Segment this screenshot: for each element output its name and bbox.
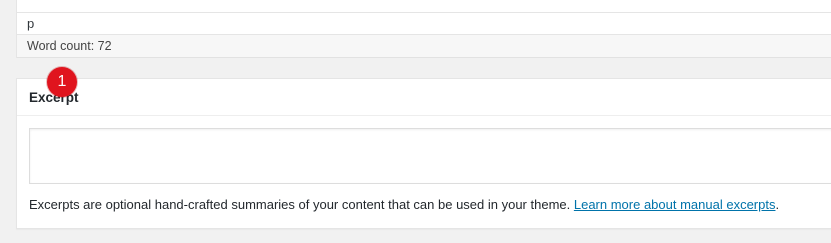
editor-content-bottom: [17, 0, 831, 13]
excerpt-help-suffix: .: [775, 197, 780, 212]
excerpt-postbox-header[interactable]: Excerpt: [17, 79, 831, 116]
excerpt-postbox: Excerpt Excerpts are optional hand-craft…: [16, 78, 831, 229]
editor-status-bar: Word count: 72: [17, 35, 831, 58]
editor-path-bar[interactable]: p: [17, 13, 831, 35]
excerpt-help-text: Excerpts are optional hand-crafted summa…: [29, 197, 779, 212]
step-marker-badge: 1: [47, 67, 77, 97]
excerpt-textarea[interactable]: [29, 128, 831, 184]
path-element[interactable]: p: [27, 16, 34, 31]
editor-container: p Word count: 72: [16, 0, 831, 58]
excerpt-help-description: Excerpts are optional hand-crafted summa…: [29, 197, 574, 212]
learn-more-excerpts-link[interactable]: Learn more about manual excerpts: [574, 197, 776, 212]
word-count: Word count: 72: [27, 39, 112, 53]
